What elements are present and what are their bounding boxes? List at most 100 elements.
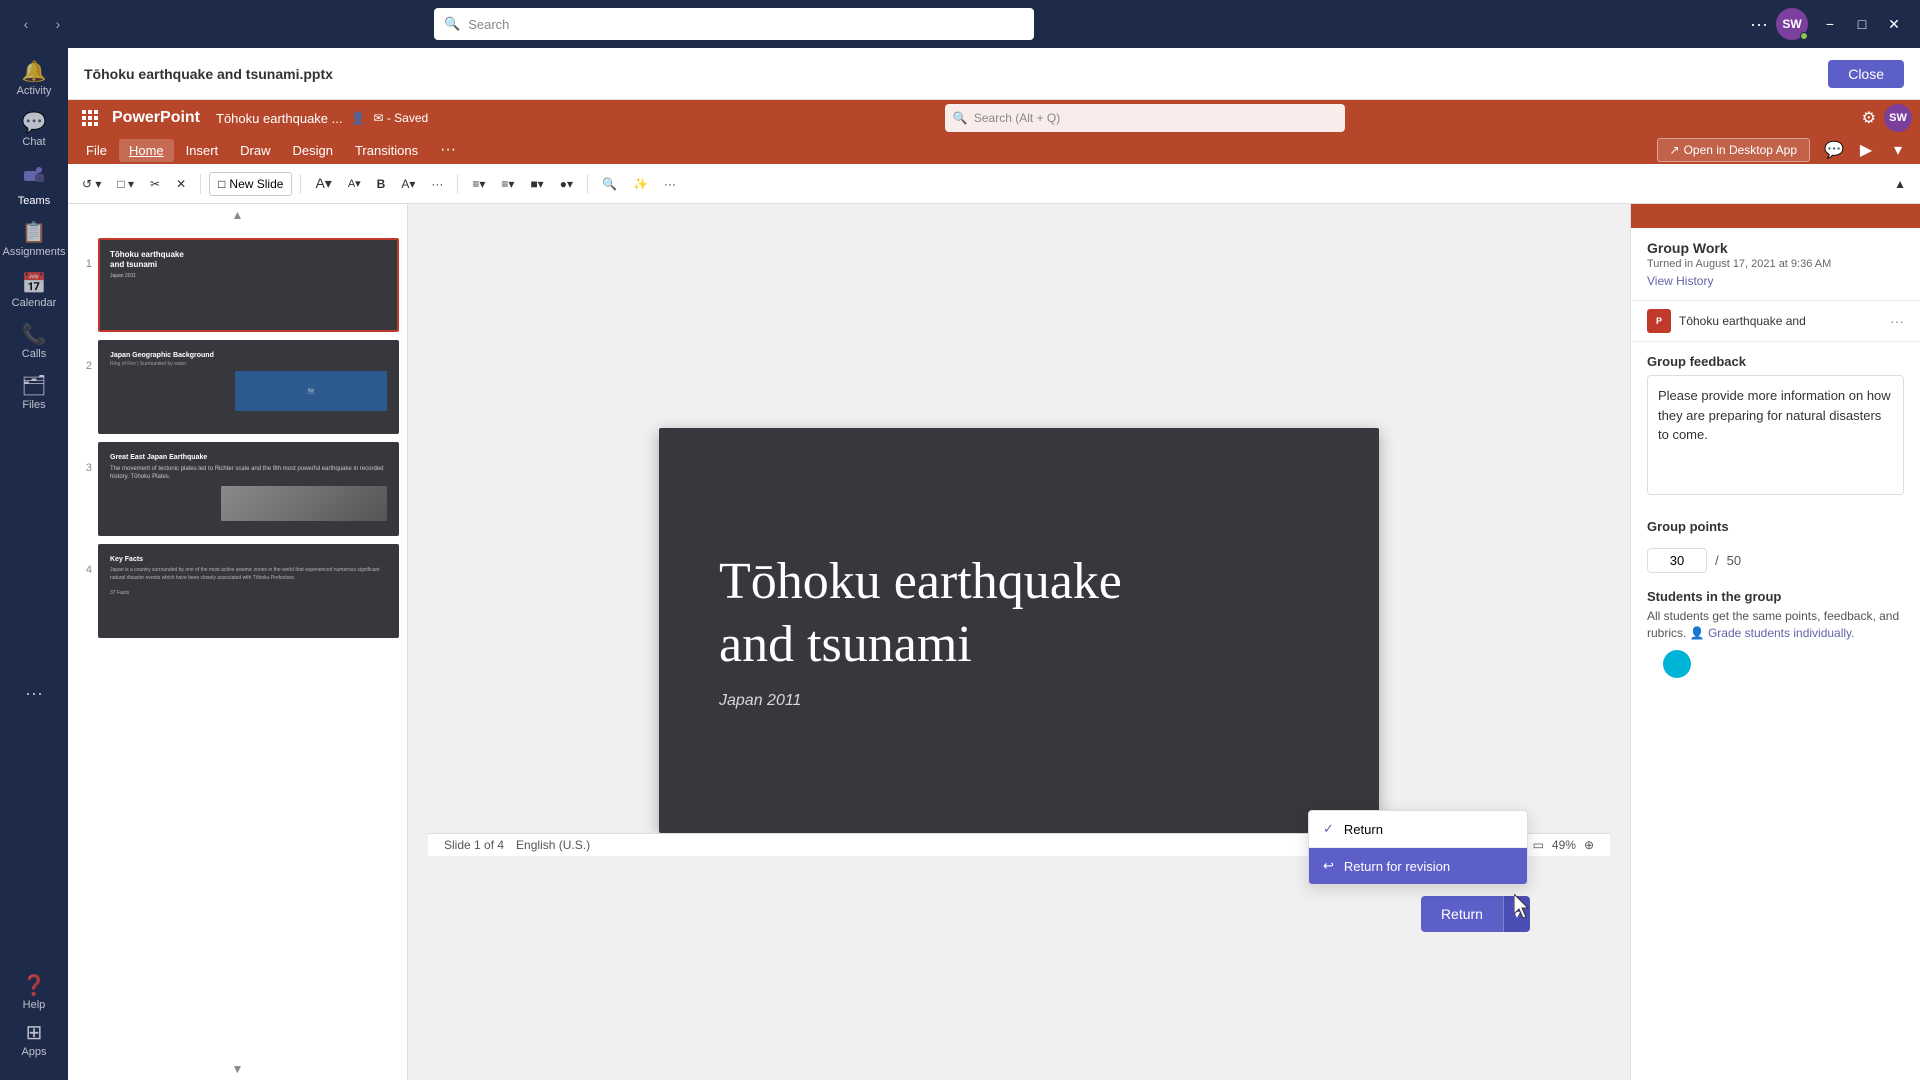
sidebar-label-apps: Apps (21, 1046, 46, 1058)
ppt-toolbar: PowerPoint Tōhoku earthquake ... 👤 ✉ - S… (68, 100, 1920, 164)
sidebar-item-files[interactable]: 🗂 Files (0, 370, 68, 417)
sidebar-item-apps[interactable]: ⊞ Apps (21, 1017, 46, 1064)
menu-file[interactable]: File (76, 139, 117, 162)
title-bar: ‹ › 🔍 Search ··· SW − □ ✕ (0, 0, 1920, 48)
search-bar[interactable]: 🔍 Search (434, 8, 1034, 40)
font-color-button[interactable]: A▾ (395, 174, 421, 194)
slide-1-thumb[interactable]: Tōhoku earthquakeand tsunami Japan 2011 (98, 238, 399, 332)
more-apps-button[interactable]: ··· (17, 675, 51, 712)
sidebar-item-calls[interactable]: 📞 Calls (0, 319, 68, 366)
present-dropdown[interactable]: ▾ (1884, 136, 1912, 164)
slide-2-subtitle: Ring of Fire | Surrounded by water (110, 361, 387, 367)
sidebar-item-chat[interactable]: 💬 Chat (0, 107, 68, 154)
slide-2-row[interactable]: 2 Japan Geographic Background Ring of Fi… (68, 336, 407, 438)
file-icon: P (1647, 309, 1671, 333)
file-more-button[interactable]: ··· (1890, 313, 1904, 329)
panel-header-accent (1631, 204, 1920, 228)
number-list[interactable]: ≡▾ (495, 174, 520, 194)
more-options-icon[interactable]: ··· (1750, 14, 1768, 35)
menu-home[interactable]: Home (119, 139, 174, 162)
sidebar-item-calendar[interactable]: 📅 Calendar (0, 268, 68, 315)
sidebar-label-files: Files (22, 399, 45, 411)
present-icon[interactable]: ▶ (1852, 136, 1880, 164)
slide-3-row[interactable]: 3 Great East Japan Earthquake The moveme… (68, 438, 407, 540)
sidebar-label-help: Help (23, 999, 46, 1011)
grade-individual-link[interactable]: Grade students individually. (1708, 626, 1855, 640)
apps-icon: ⊞ (26, 1023, 43, 1043)
slide-scroll[interactable]: 1 Tōhoku earthquakeand tsunami Japan 201… (68, 226, 407, 1058)
view-history-link[interactable]: View History (1647, 274, 1904, 288)
minimize-button[interactable]: − (1816, 10, 1844, 38)
submission-file: P Tōhoku earthquake and ··· (1631, 301, 1920, 342)
points-input[interactable] (1647, 548, 1707, 573)
help-icon: ❓ (22, 976, 47, 996)
feedback-text[interactable]: Please provide more information on how t… (1647, 375, 1904, 495)
delete-button[interactable]: ✕ (170, 174, 192, 194)
slide-3-thumb[interactable]: Great East Japan Earthquake The movement… (98, 442, 399, 536)
new-slide-button[interactable]: □ New Slide (209, 172, 292, 196)
shape-fill[interactable]: ●▾ (554, 174, 579, 194)
back-button[interactable]: ‹ (12, 10, 40, 38)
open-desktop-button[interactable]: ↗ Open in Desktop App (1657, 138, 1810, 162)
user-avatar[interactable]: SW (1776, 8, 1808, 40)
align[interactable]: ■▾ (524, 174, 549, 194)
comment-icon[interactable]: 💬 (1820, 136, 1848, 164)
settings-icon[interactable]: ⚙ (1862, 108, 1876, 128)
more-tools[interactable]: ··· (658, 174, 682, 194)
close-window-button[interactable]: ✕ (1880, 10, 1908, 38)
menu-more[interactable]: ··· (430, 137, 466, 163)
students-desc: All students get the same points, feedba… (1647, 608, 1904, 642)
bullet-list[interactable]: ≡▾ (466, 174, 491, 194)
slide-4-title: Key Facts (110, 556, 387, 563)
bold-button[interactable]: B (371, 174, 392, 194)
ppt-search-icon: 🔍 (953, 111, 968, 125)
notes-label[interactable]: Notes (1456, 838, 1487, 852)
student-avatar (1663, 650, 1691, 678)
teams-icon (22, 164, 46, 192)
ppt-user-avatar[interactable]: SW (1884, 104, 1912, 132)
grid-menu-button[interactable] (76, 104, 104, 132)
magic-button[interactable]: ✨ (627, 174, 654, 194)
format-bar: ↺ ▾ □ ▾ ✂ ✕ □ New Slide A▾ A▾ B A▾ ··· ≡… (68, 164, 1920, 204)
scroll-down[interactable]: ▼ (68, 1058, 407, 1080)
slide-1-title: Tōhoku earthquakeand tsunami (110, 250, 387, 271)
sidebar-item-activity[interactable]: 🔔 Activity (0, 56, 68, 103)
search-placeholder: Search (468, 17, 509, 32)
slide-1-row[interactable]: 1 Tōhoku earthquakeand tsunami Japan 201… (68, 234, 407, 336)
sidebar-item-teams[interactable]: Teams (0, 158, 68, 213)
view-slide-sorter[interactable]: ⊞ (1515, 838, 1525, 852)
collapse-toolbar[interactable]: ▲ (1888, 174, 1912, 194)
slide-4-thumb[interactable]: Key Facts Japan is a country surrounded … (98, 544, 399, 638)
view-normal[interactable]: ▣ (1495, 838, 1506, 852)
slide-2-thumb[interactable]: Japan Geographic Background Ring of Fire… (98, 340, 399, 434)
ppt-user-icon: 👤 (351, 111, 366, 125)
menu-draw[interactable]: Draw (230, 139, 280, 162)
undo-button[interactable]: ↺ ▾ (76, 174, 107, 194)
ppt-brand: PowerPoint (112, 109, 200, 127)
search-button[interactable]: 🔍 (596, 174, 623, 194)
zoom-fit[interactable]: ⊕ (1584, 838, 1594, 852)
close-button[interactable]: Close (1828, 60, 1904, 88)
redo-button[interactable]: □ ▾ (111, 174, 140, 194)
scroll-up[interactable]: ▲ (68, 204, 407, 226)
new-slide-label: New Slide (229, 177, 283, 191)
font-size-up[interactable]: A▾ (309, 172, 337, 195)
font-size-down[interactable]: A▾ (342, 174, 367, 193)
slide-2-num: 2 (76, 340, 92, 372)
view-reading[interactable]: ▭ (1533, 838, 1544, 852)
menu-insert[interactable]: Insert (176, 139, 229, 162)
menu-design[interactable]: Design (283, 139, 343, 162)
slide-3-image (221, 486, 387, 521)
sidebar-item-assignments[interactable]: 📋 Assignments (0, 217, 68, 264)
title-line1: Tōhoku earthquake (719, 553, 1122, 610)
slide-4-row[interactable]: 4 Key Facts Japan is a country surrounde… (68, 540, 407, 642)
menu-transitions[interactable]: Transitions (345, 139, 428, 162)
format-painter[interactable]: ✂ (144, 174, 166, 194)
sidebar-item-help[interactable]: ❓ Help (21, 970, 46, 1017)
forward-button[interactable]: › (44, 10, 72, 38)
more-format[interactable]: ··· (425, 174, 449, 194)
ppt-search[interactable]: 🔍 Search (Alt + Q) (945, 104, 1345, 132)
app-header: Tōhoku earthquake and tsunami.pptx Close (68, 48, 1920, 100)
maximize-button[interactable]: □ (1848, 10, 1876, 38)
slide-3-content: The movement of tectonic plates led to R… (110, 465, 387, 482)
